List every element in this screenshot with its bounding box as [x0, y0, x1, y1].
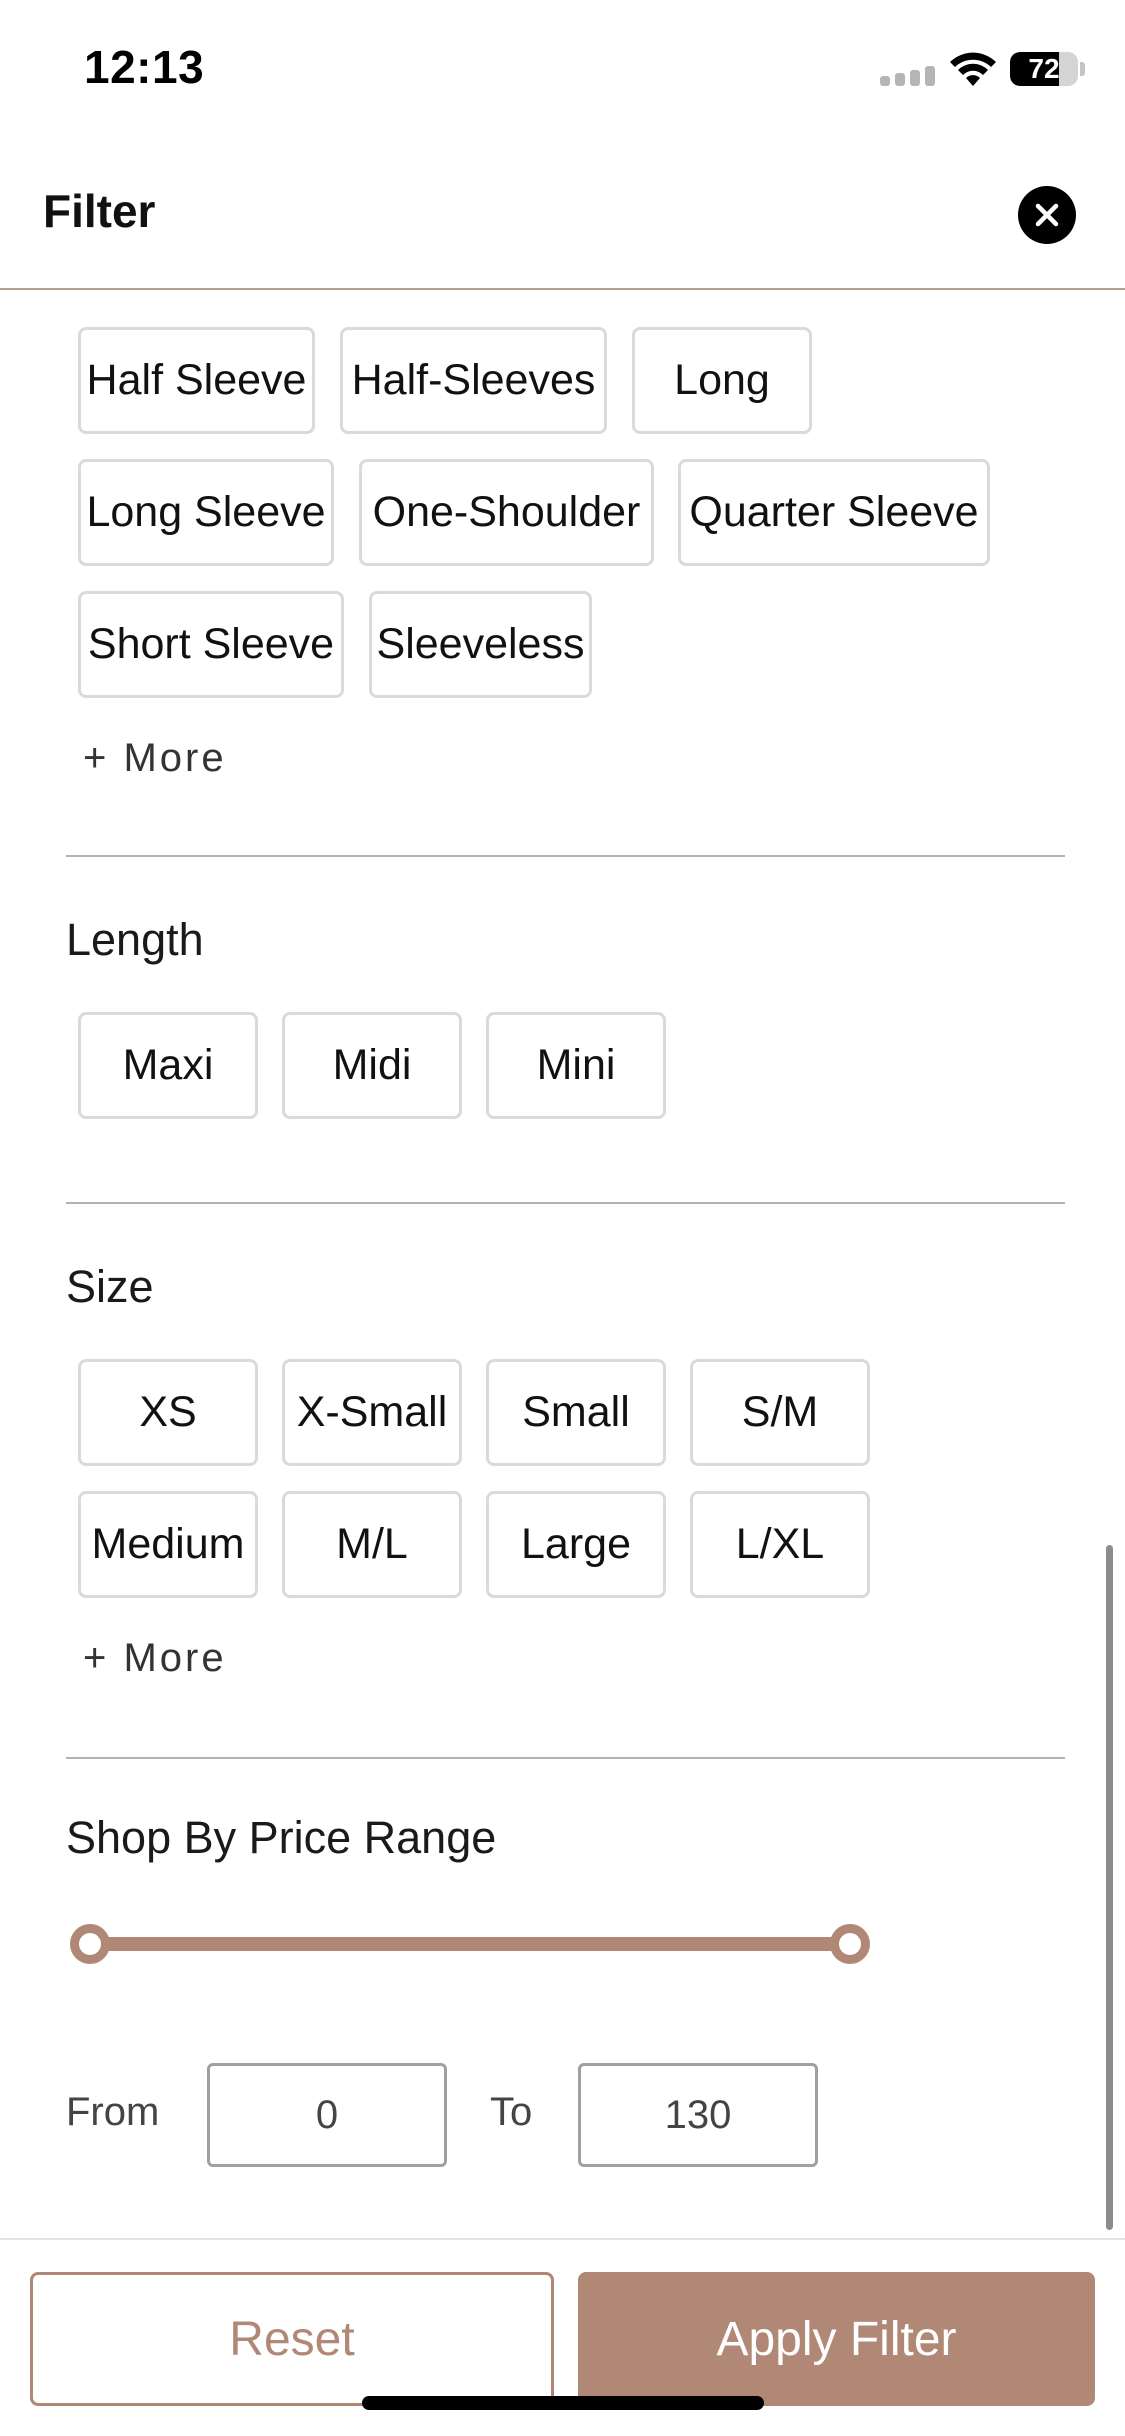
price-to-input[interactable]	[578, 2063, 818, 2167]
status-bar: 12:13 72	[0, 0, 1125, 140]
close-button[interactable]	[1018, 186, 1076, 244]
chip-mini[interactable]: Mini	[486, 1012, 666, 1119]
reset-button[interactable]: Reset	[30, 2272, 554, 2406]
chip-size-medium[interactable]: Medium	[78, 1491, 258, 1598]
chip-size-m-l[interactable]: M/L	[282, 1491, 462, 1598]
chip-size-small[interactable]: Small	[486, 1359, 666, 1466]
signal-icon	[880, 66, 936, 86]
chip-size-l-xl[interactable]: L/XL	[690, 1491, 870, 1598]
price-from-input[interactable]	[207, 2063, 447, 2167]
price-to-label: To	[490, 2090, 533, 2134]
chip-half-sleeves[interactable]: Half-Sleeves	[340, 327, 607, 434]
chip-size-s-m[interactable]: S/M	[690, 1359, 870, 1466]
chip-short-sleeve[interactable]: Short Sleeve	[78, 591, 344, 698]
price-slider-max-handle[interactable]	[830, 1924, 870, 1964]
chip-size-large[interactable]: Large	[486, 1491, 666, 1598]
chip-size-x-small[interactable]: X-Small	[282, 1359, 462, 1466]
size-title: Size	[66, 1261, 154, 1312]
battery-icon: 72	[1010, 52, 1078, 86]
length-title: Length	[66, 914, 204, 965]
chip-midi[interactable]: Midi	[282, 1012, 462, 1119]
battery-level-text: 72	[1028, 53, 1060, 84]
sleeve-more-link[interactable]: + More	[83, 736, 227, 781]
chip-sleeveless[interactable]: Sleeveless	[369, 591, 592, 698]
scrollbar[interactable]	[1106, 1545, 1113, 2230]
price-from-label: From	[66, 2090, 160, 2134]
chip-half-sleeve[interactable]: Half Sleeve	[78, 327, 315, 434]
page-title: Filter	[43, 185, 156, 237]
price-slider-min-handle[interactable]	[70, 1924, 110, 1964]
close-icon	[1035, 203, 1059, 227]
divider	[66, 1757, 1065, 1759]
price-range-title: Shop By Price Range	[66, 1812, 497, 1863]
divider	[66, 855, 1065, 857]
chip-maxi[interactable]: Maxi	[78, 1012, 258, 1119]
size-more-link[interactable]: + More	[83, 1636, 227, 1681]
chip-one-shoulder[interactable]: One-Shoulder	[359, 459, 654, 566]
chip-long-sleeve[interactable]: Long Sleeve	[78, 459, 334, 566]
wifi-icon	[950, 52, 996, 86]
divider	[66, 1202, 1065, 1204]
chip-size-xs[interactable]: XS	[78, 1359, 258, 1466]
status-time: 12:13	[84, 41, 205, 93]
battery-nub	[1080, 62, 1085, 76]
home-indicator	[362, 2396, 764, 2410]
chip-long[interactable]: Long	[632, 327, 812, 434]
chip-quarter-sleeve[interactable]: Quarter Sleeve	[678, 459, 990, 566]
price-slider-track[interactable]	[90, 1937, 850, 1951]
filter-header: Filter	[0, 160, 1125, 290]
apply-filter-button[interactable]: Apply Filter	[578, 2272, 1095, 2406]
